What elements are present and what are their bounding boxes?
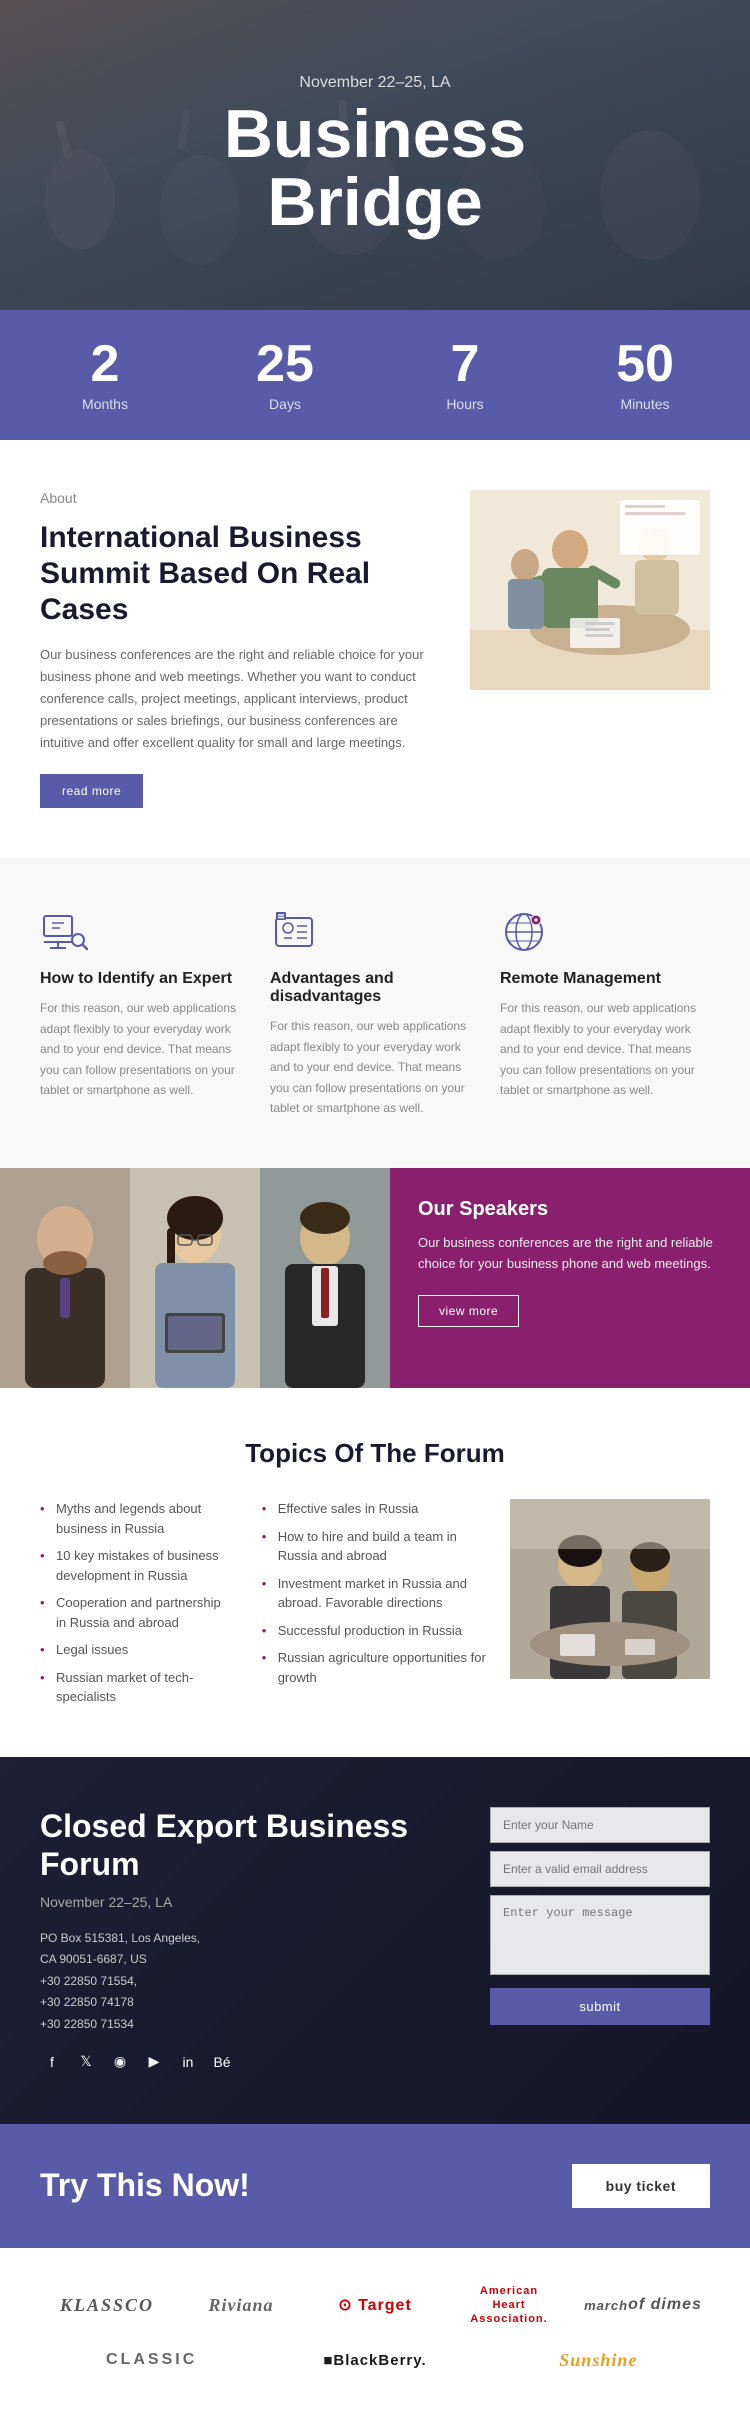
speaker-3-svg [260,1168,390,1388]
hero-date: November 22–25, LA [224,74,526,92]
speaker-photo-2 [130,1168,260,1388]
forum-social: f 𝕏 ◉ ▶ in Bé [40,2050,450,2074]
feature-desc-1: For this reason, our web applications ad… [40,998,250,1100]
months-number: 2 [91,338,120,390]
topics-title: Topics Of The Forum [40,1438,710,1469]
forum-title: Closed Export Business Forum [40,1807,450,1884]
forum-date: November 22–25, LA [40,1894,450,1910]
forum-address: PO Box 515381, Los Angeles, CA 90051-668… [40,1928,450,2036]
linkedin-icon[interactable]: in [176,2050,200,2074]
about-title: International Business Summit Based On R… [40,520,440,628]
speakers-description: Our business conferences are the right a… [418,1233,722,1275]
feature-title-3: Remote Management [500,970,710,988]
about-image-svg [470,490,710,690]
countdown-hours: 7 Hours [375,338,555,412]
behance-icon[interactable]: Bé [210,2050,234,2074]
view-more-button[interactable]: view more [418,1295,519,1327]
read-more-button[interactable]: read more [40,774,143,808]
topics-list: Myths and legends about business in Russ… [40,1499,490,1707]
feature-item-1: How to Identify an Expert For this reaso… [40,908,250,1118]
email-input[interactable] [490,1851,710,1887]
partner-blackberry: ■BlackBerry. [315,2333,435,2388]
countdown-section: 2 Months 25 Days 7 Hours 50 Minutes [0,310,750,440]
minutes-label: Minutes [620,396,669,412]
topics-two-col: Myths and legends about business in Russ… [40,1499,490,1707]
topic-item-2: 10 key mistakes of business development … [40,1546,232,1585]
buy-ticket-button[interactable]: buy ticket [572,2164,710,2208]
topic-item-9: Successful production in Russia [262,1621,490,1641]
topic-item-7: How to hire and build a team in Russia a… [262,1527,490,1566]
topics-col-1: Myths and legends about business in Russ… [40,1499,232,1707]
days-label: Days [269,396,301,412]
about-tag: About [40,490,440,506]
cta-section: Try This Now! buy ticket [0,2124,750,2248]
countdown-minutes: 50 Minutes [555,338,735,412]
hours-number: 7 [451,338,480,390]
topics-image-svg [510,1499,710,1679]
partner-target: ⊙ Target [315,2278,435,2333]
youtube-icon[interactable]: ▶ [142,2050,166,2074]
partner-aha: AmericanHeartAssociation. [449,2278,569,2333]
instagram-icon[interactable]: ◉ [108,2050,132,2074]
submit-button[interactable]: submit [490,1988,710,2025]
topics-col-2: Effective sales in Russia How to hire an… [262,1499,490,1707]
countdown-months: 2 Months [15,338,195,412]
speaker-2-svg [130,1168,260,1388]
about-image [470,490,710,690]
topics-image [510,1499,710,1679]
hero-section: November 22–25, LA Business Bridge [0,0,750,310]
partner-klassco: KLASSCO [47,2278,167,2333]
facebook-icon[interactable]: f [40,2050,64,2074]
hero-title: Business Bridge [224,100,526,236]
features-section: How to Identify an Expert For this reaso… [0,858,750,1168]
feature-desc-3: For this reason, our web applications ad… [500,998,710,1100]
feature-item-3: Remote Management For this reason, our w… [500,908,710,1118]
about-section: About International Business Summit Base… [0,440,750,858]
topic-item-8: Investment market in Russia and abroad. … [262,1574,490,1613]
topic-item-10: Russian agriculture opportunities for gr… [262,1648,490,1687]
forum-info: Closed Export Business Forum November 22… [40,1807,450,2074]
partner-riviana: Riviana [181,2278,301,2333]
forum-form: submit [490,1807,710,2025]
topic-item-1: Myths and legends about business in Russ… [40,1499,232,1538]
identify-expert-icon [40,908,90,958]
topic-item-5: Russian market of tech-specialists [40,1668,232,1707]
topics-section: Topics Of The Forum Myths and legends ab… [0,1388,750,1757]
advantages-icon [270,908,320,958]
twitter-icon[interactable]: 𝕏 [74,2050,98,2074]
countdown-days: 25 Days [195,338,375,412]
topic-item-3: Cooperation and partnership in Russia an… [40,1593,232,1632]
hero-content: November 22–25, LA Business Bridge [224,74,526,236]
speaker-1-svg [0,1168,130,1388]
about-text: About International Business Summit Base… [40,490,440,808]
hours-label: Hours [446,396,483,412]
remote-management-icon [500,908,550,958]
partners-section: KLASSCO Riviana ⊙ Target AmericanHeartAs… [0,2248,750,2418]
topics-content: Myths and legends about business in Russ… [40,1499,710,1707]
cta-title: Try This Now! [40,2167,250,2204]
feature-title-2: Advantages and disadvantages [270,970,480,1006]
partner-sunshine: Sunshine [538,2333,658,2388]
partners-grid: KLASSCO Riviana ⊙ Target AmericanHeartAs… [40,2278,710,2388]
speakers-info: Our Speakers Our business conferences ar… [390,1168,750,1388]
minutes-number: 50 [616,338,674,390]
speaker-photo-1 [0,1168,130,1388]
partner-marchofdimes: marchof dimes [583,2278,703,2333]
topic-item-4: Legal issues [40,1640,232,1660]
feature-title-1: How to Identify an Expert [40,970,250,988]
topic-item-6: Effective sales in Russia [262,1499,490,1519]
speaker-photo-3 [260,1168,390,1388]
feature-desc-2: For this reason, our web applications ad… [270,1016,480,1118]
partner-classic: CLASSIC [92,2333,212,2388]
days-number: 25 [256,338,314,390]
feature-item-2: Advantages and disadvantages For this re… [270,908,480,1118]
speakers-section: Our Speakers Our business conferences ar… [0,1168,750,1388]
forum-section: Closed Export Business Forum November 22… [0,1757,750,2124]
months-label: Months [82,396,128,412]
speakers-title: Our Speakers [418,1198,722,1221]
name-input[interactable] [490,1807,710,1843]
message-input[interactable] [490,1895,710,1975]
about-description: Our business conferences are the right a… [40,644,440,754]
